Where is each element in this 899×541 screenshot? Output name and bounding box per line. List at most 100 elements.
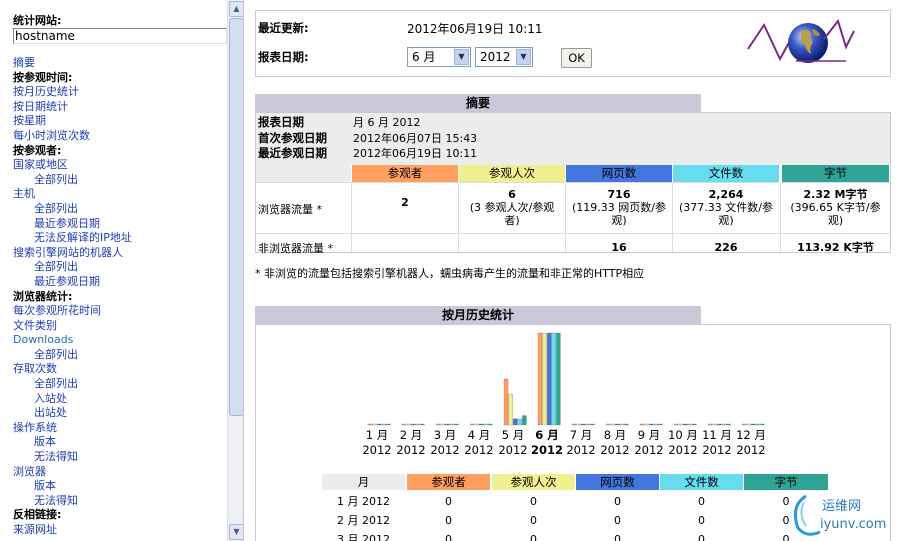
browser-visits-value: 6 <box>508 188 516 201</box>
month-name: 2 月 <box>399 428 423 442</box>
nav-link[interactable]: 无法反解译的IP地址 <box>13 231 227 246</box>
scroll-down-button[interactable]: ▼ <box>229 524 243 540</box>
nav-link[interactable]: 无法得知 <box>13 494 227 509</box>
browser-bytes-value: 2.32 M字节 <box>803 188 868 201</box>
browser-files-cell: 2,264 (377.33 文件数/参观) <box>673 188 779 227</box>
nav-link[interactable]: 文件类别 <box>13 319 227 334</box>
monthly-row-value: 0 <box>698 514 705 527</box>
month-label: 7 月 2012 <box>564 428 598 458</box>
nav-link[interactable]: 版本 <box>13 479 227 494</box>
nonbrowser-pages-value: 16 <box>611 241 627 254</box>
monthly-row-month[interactable]: 2 月 2012 <box>322 511 405 530</box>
monthly-row-month[interactable]: 3 月 2012 <box>322 530 405 541</box>
nav-link[interactable]: 浏览器 <box>13 465 227 480</box>
month-label: 6 月 2012 <box>530 428 564 458</box>
nav-link[interactable]: 全部列出 <box>13 173 227 188</box>
nav-link[interactable]: 入站处 <box>13 392 227 407</box>
bar-1-4 <box>420 423 425 426</box>
watermark-text-1: 运维网 <box>822 499 861 514</box>
monthly-table-header: 文件数 <box>660 474 743 490</box>
browser-bytes-cell: 2.32 M字节 (396.65 K字节/参观) <box>782 188 889 227</box>
nav-section-heading: 浏览器统计: <box>13 289 73 303</box>
bar-11-0 <box>741 423 747 426</box>
month-year: 2012 <box>498 443 528 457</box>
nav-link[interactable]: 出站处 <box>13 406 227 421</box>
nav-link[interactable]: 全部列出 <box>13 202 227 217</box>
monthly-table-header: 参观人次 <box>492 474 575 490</box>
bar-5-0 <box>537 332 543 426</box>
nav-link[interactable]: 全部列出 <box>13 348 227 363</box>
monthly-row-value: 0 <box>445 533 452 541</box>
bar-9-0 <box>673 423 679 426</box>
nav-link[interactable]: 最近参观日期 <box>13 275 227 290</box>
bar-10-4 <box>726 423 731 426</box>
bar-5-2 <box>547 332 552 426</box>
month-label: 9 月 2012 <box>632 428 666 458</box>
bar-1-1 <box>406 423 411 426</box>
browser-visits-cell: 6 (3 参观人次/参观者) <box>459 188 565 227</box>
bar-3-0 <box>469 423 475 426</box>
nav-link[interactable]: 存取次数 <box>13 362 227 377</box>
nav-link[interactable]: 版本 <box>13 435 227 450</box>
nav-link[interactable]: 来源网址 <box>13 523 227 538</box>
nav-link[interactable]: 全部列出 <box>13 260 227 275</box>
bar-6-3 <box>585 423 590 426</box>
bar-4-2 <box>513 418 518 426</box>
last-visit-value: 2012年06月19日 10:11 <box>353 147 478 160</box>
month-select[interactable]: 6 月 ▼ <box>407 47 471 67</box>
nav-link[interactable]: 摘要 <box>13 56 227 71</box>
nav-link[interactable]: 操作系统 <box>13 421 227 436</box>
nav-link[interactable]: 全部列出 <box>13 377 227 392</box>
month-year: 2012 <box>362 443 392 457</box>
year-select[interactable]: 2012 ▼ <box>475 47 533 67</box>
year-select-value: 2012 <box>480 50 511 64</box>
nav-link[interactable]: Downloads <box>13 333 227 348</box>
scroll-up-button[interactable]: ▲ <box>229 1 243 17</box>
bar-1-0 <box>401 423 407 426</box>
monthly-row-value: 0 <box>445 495 452 508</box>
bar-10-2 <box>717 423 722 426</box>
bar-8-1 <box>644 423 649 426</box>
ok-button[interactable]: OK <box>561 48 592 68</box>
bar-7-2 <box>615 423 620 426</box>
month-year: 2012 <box>396 443 426 457</box>
month-year: 2012 <box>736 443 766 457</box>
monthly-row-value: 0 <box>614 514 621 527</box>
bar-4-1 <box>508 394 513 426</box>
report-date-value: 月 6 月 2012 <box>353 116 421 129</box>
update-panel: 最近更新: 2012年06月19日 10:11 报表日期: 6 月 ▼ 2012… <box>255 10 891 77</box>
nav-link[interactable]: 按星期 <box>13 114 227 129</box>
sidebar-scrollbar[interactable]: ▲ ▼ <box>227 0 243 541</box>
nav-link[interactable]: 国家或地区 <box>13 158 227 173</box>
scroll-thumb[interactable] <box>229 18 243 416</box>
nav-link[interactable]: 主机 <box>13 187 227 202</box>
monthly-table-header: 网页数 <box>576 474 659 490</box>
nav-link[interactable]: 按日期统计 <box>13 100 227 115</box>
nav-link[interactable]: 每次参观所花时间 <box>13 304 227 319</box>
month-label: 5 月 2012 <box>496 428 530 458</box>
nav-link[interactable]: 最近参观日期 <box>13 217 227 232</box>
last-update-label: 最近更新: <box>258 21 309 35</box>
month-name: 10 月 <box>668 428 698 442</box>
bar-7-3 <box>619 423 624 426</box>
nonbrowser-files-value: 226 <box>714 241 738 254</box>
nav-link[interactable]: 搜索引擎网站的机器人 <box>13 246 227 261</box>
month-label: 4 月 2012 <box>462 428 496 458</box>
month-year: 2012 <box>530 443 563 457</box>
bar-0-3 <box>381 423 386 426</box>
globe-logo-icon <box>747 18 855 63</box>
bar-2-3 <box>449 423 454 426</box>
month-label: 3 月 2012 <box>428 428 462 458</box>
month-label: 11 月 2012 <box>700 428 734 458</box>
nav-link[interactable]: 无法得知 <box>13 450 227 465</box>
monthly-row-month[interactable]: 1 月 2012 <box>322 492 405 511</box>
nav-link[interactable]: 每小时浏览次数 <box>13 129 227 144</box>
bar-3-3 <box>483 423 488 426</box>
nav-section-heading: 反相链接: <box>13 508 62 522</box>
bar-11-3 <box>755 423 760 426</box>
grid-line <box>351 182 352 252</box>
bar-4-0 <box>503 378 509 426</box>
nav-link[interactable]: 按月历史统计 <box>13 85 227 100</box>
bar-11-1 <box>746 423 751 426</box>
monthly-row-value: 0 <box>614 533 621 541</box>
